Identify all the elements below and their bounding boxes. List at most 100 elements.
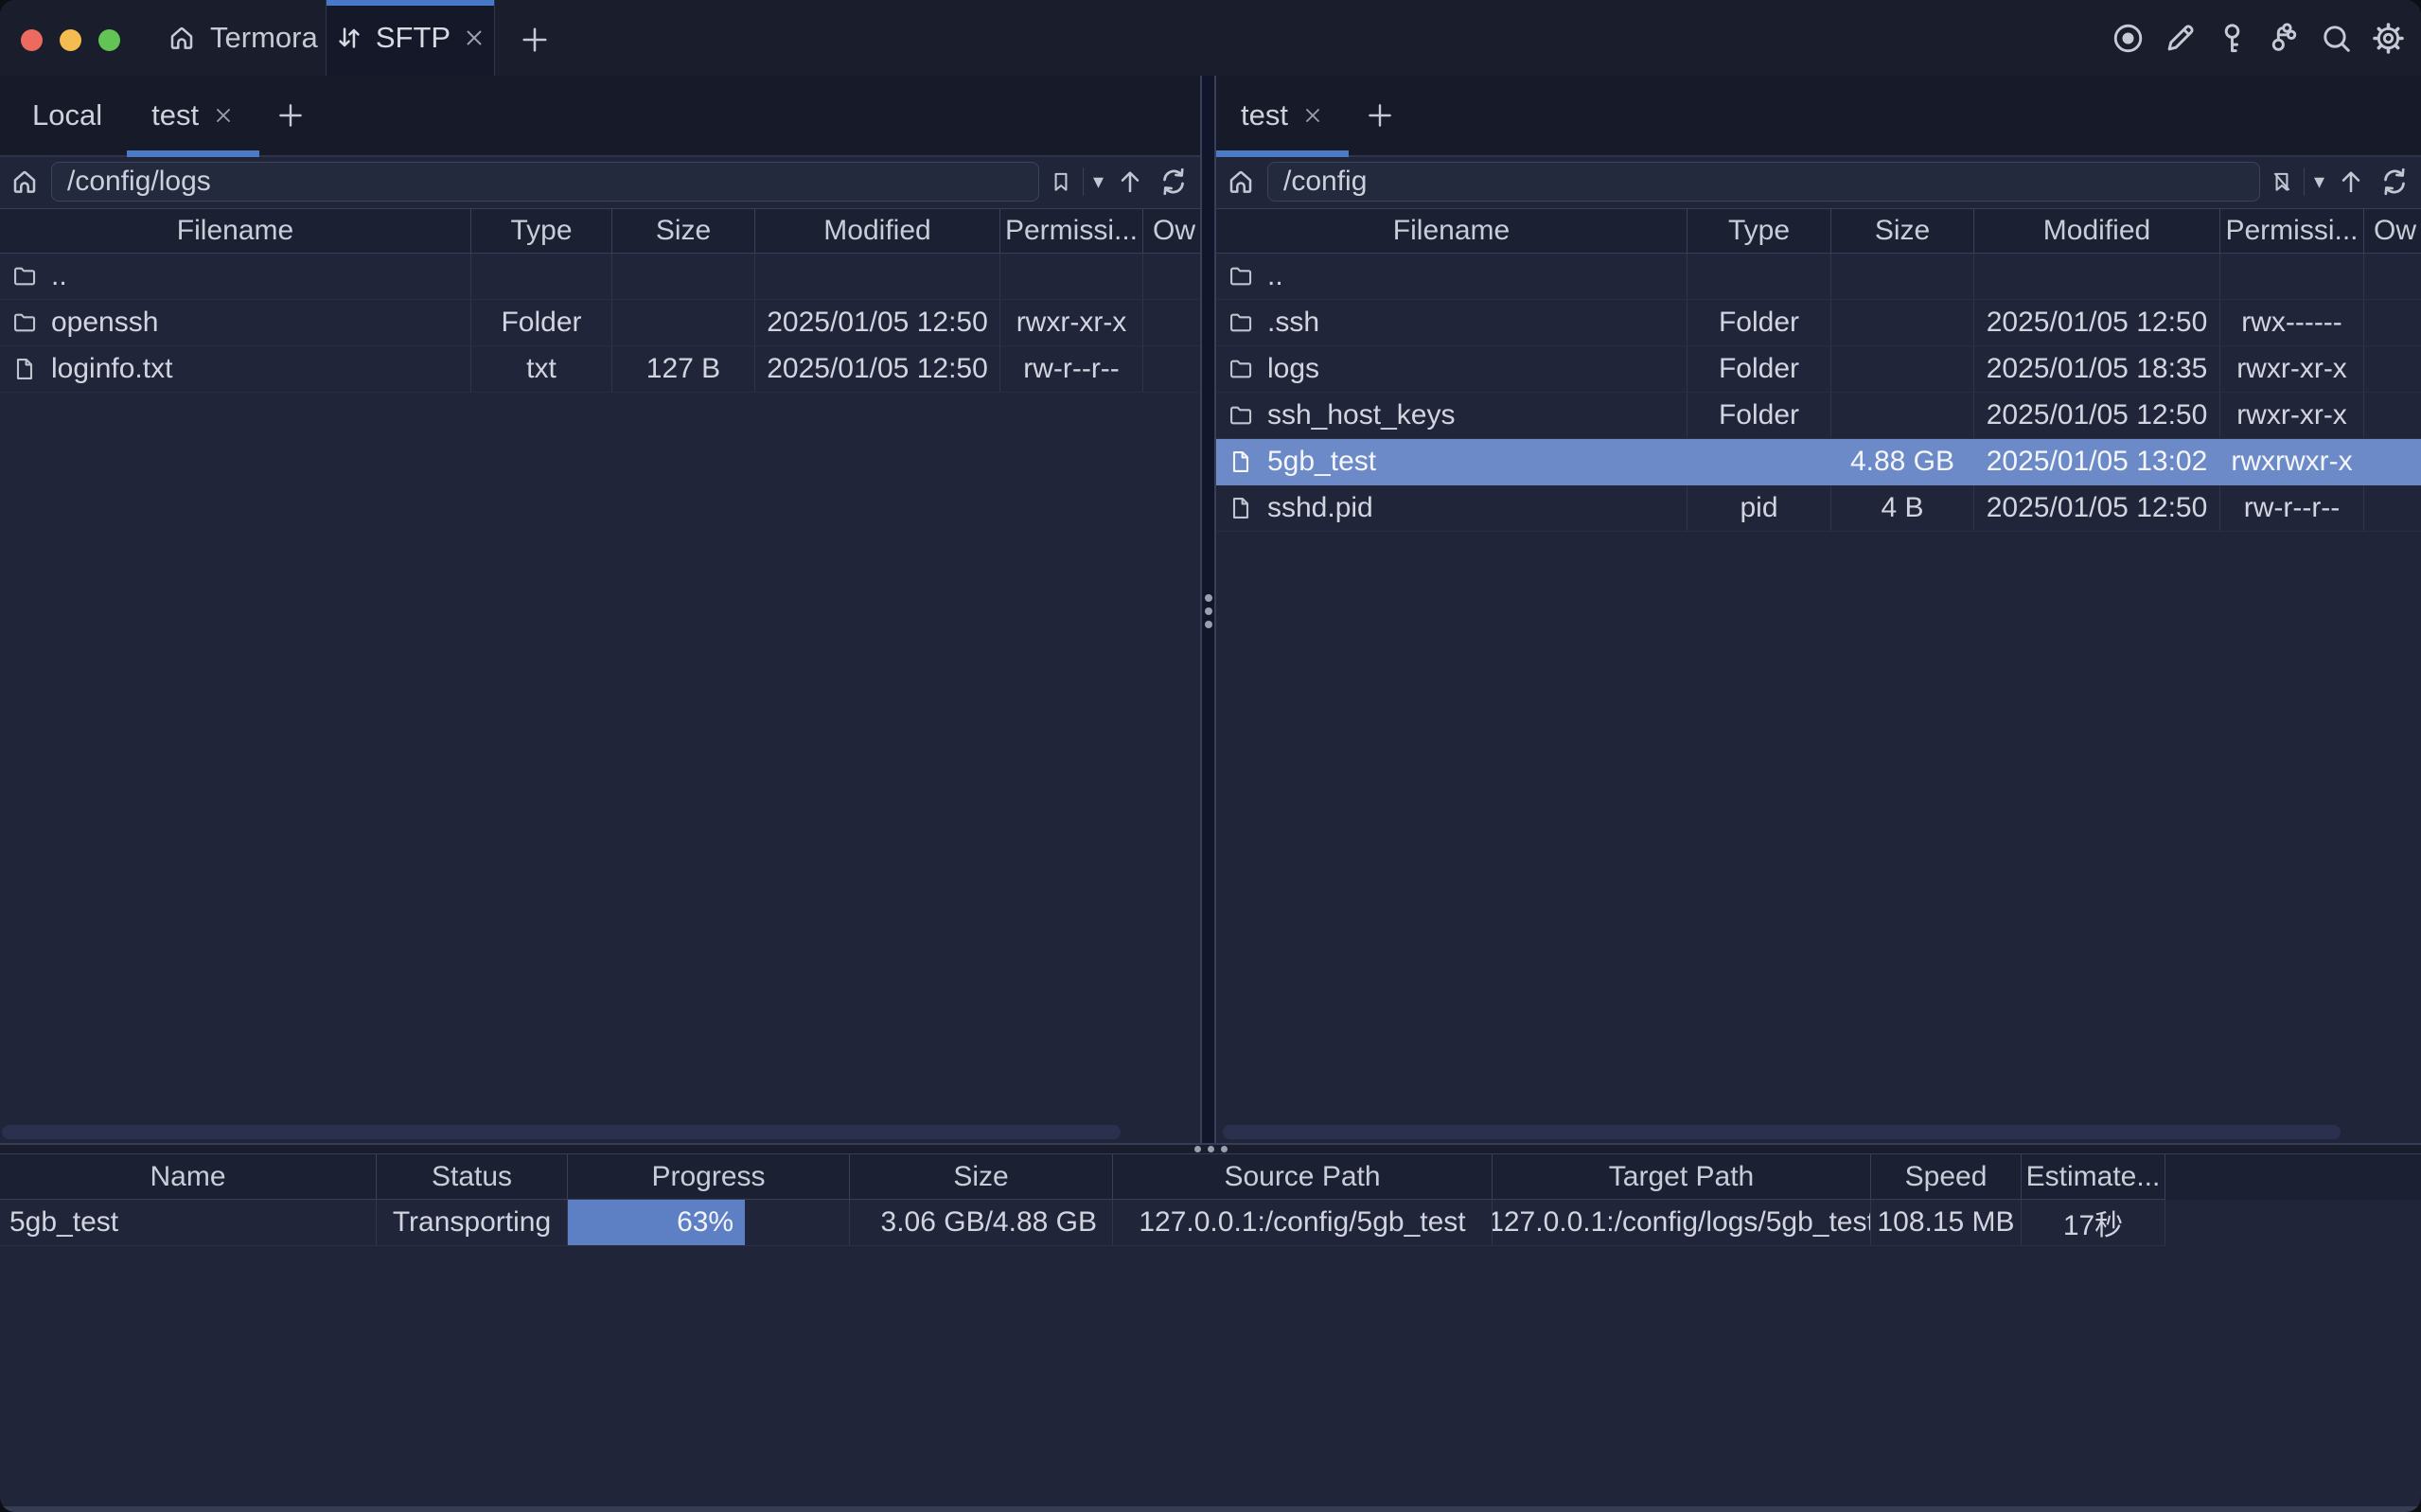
right-home-icon[interactable] [1224,165,1258,199]
column-header-type[interactable]: Type [1688,209,1831,253]
home-tab-label: Termora [210,21,318,55]
titlebar-actions [2111,0,2406,76]
file-permissions: rwx------ [2220,300,2364,345]
column-header-filename[interactable]: Filename [1216,209,1688,253]
table-row[interactable]: sshd.pid pid 4 B 2025/01/05 12:50 rw-r--… [1216,485,2421,532]
tab-sftp-close-icon[interactable] [462,26,486,50]
record-icon[interactable] [2111,21,2146,56]
file-name: loginfo.txt [51,353,172,385]
file-size [1831,254,1974,299]
file-owner [2364,439,2421,484]
transfer-estimate: 17秒 [2022,1200,2165,1246]
column-header-permissions[interactable]: Permissi... [1000,209,1143,253]
close-window-button[interactable] [21,29,43,51]
table-row[interactable]: .ssh Folder 2025/01/05 12:50 rwx------ [1216,300,2421,346]
transfer-column-source[interactable]: Source Path [1113,1154,1493,1200]
right-add-tab-button[interactable] [1349,76,1411,155]
right-pane: test /config [1216,76,2421,1143]
minimize-window-button[interactable] [60,29,81,51]
left-bookmark-dropdown-icon[interactable]: ▾ [1093,171,1104,192]
table-row[interactable]: openssh Folder 2025/01/05 12:50 rwxr-xr-… [0,300,1200,346]
keychain-icon[interactable] [2267,21,2302,56]
file-type: Folder [1688,393,1831,438]
file-name: openssh [51,307,158,339]
column-header-owner[interactable]: Ow [1143,209,1200,253]
file-type: Folder [1688,346,1831,392]
zoom-window-button[interactable] [98,29,120,51]
table-row[interactable]: ssh_host_keys Folder 2025/01/05 12:50 rw… [1216,393,2421,439]
column-header-permissions[interactable]: Permissi... [2220,209,2364,253]
column-header-modified[interactable]: Modified [1974,209,2220,253]
transfer-splitter[interactable] [0,1143,2421,1153]
tab-sftp[interactable]: SFTP [326,0,495,76]
left-tab-test-label: test [151,98,199,132]
edit-icon[interactable] [2163,21,2198,56]
column-header-owner[interactable]: Ow [2364,209,2421,253]
right-tab-test[interactable]: test [1216,76,1349,155]
home-tab[interactable]: Termora [167,0,318,76]
file-permissions: rwxr-xr-x [1000,300,1143,345]
table-row[interactable]: loginfo.txt txt 127 B 2025/01/05 12:50 r… [0,346,1200,393]
transfer-column-speed[interactable]: Speed [1871,1154,2022,1200]
file-type: Folder [1688,300,1831,345]
file-modified: 2025/01/05 12:50 [755,300,1000,345]
file-modified [1974,254,2220,299]
file-owner [2364,254,2421,299]
table-row[interactable]: .. [0,254,1200,300]
transfer-speed: 108.15 MB [1871,1200,2022,1246]
column-header-size[interactable]: Size [612,209,755,253]
file-size: 127 B [612,346,755,392]
left-bookmark-icon[interactable] [1049,165,1073,199]
column-header-size[interactable]: Size [1831,209,1974,253]
left-add-tab-button[interactable] [259,76,322,155]
right-pathbar: /config ▾ [1216,157,2421,208]
table-row[interactable]: logs Folder 2025/01/05 18:35 rwxr-xr-x [1216,346,2421,393]
right-path-value: /config [1283,166,1367,198]
file-permissions: rw-r--r-- [1000,346,1143,392]
transfer-column-size[interactable]: Size [850,1154,1113,1200]
file-name: .. [51,260,67,292]
right-tab-test-label: test [1241,98,1288,132]
transfer-name: 5gb_test [0,1200,377,1246]
sftp-panes: Local test /config/logs [0,76,2421,1143]
left-refresh-icon[interactable] [1157,165,1191,199]
tab-sftp-label: SFTP [376,21,451,55]
right-bookmark-slash-icon[interactable] [2270,165,2294,199]
folder-icon [11,263,38,290]
right-refresh-icon[interactable] [2377,165,2412,199]
table-row[interactable]: .. [1216,254,2421,300]
right-tab-close-icon[interactable] [1301,104,1324,127]
transfer-row[interactable]: 5gb_test Transporting 63% 3.06 GB/4.88 G… [0,1200,2421,1246]
file-permissions: rwxr-xr-x [2220,393,2364,438]
search-icon[interactable] [2319,21,2354,56]
right-horizontal-scrollbar[interactable] [1223,1125,2341,1139]
settings-gear-icon[interactable] [2371,21,2406,56]
left-home-icon[interactable] [8,165,42,199]
column-header-filename[interactable]: Filename [0,209,471,253]
transfer-column-estimate[interactable]: Estimate... [2022,1154,2165,1200]
table-row-selected[interactable]: 5gb_test 4.88 GB 2025/01/05 13:02 rwxrwx… [1216,439,2421,485]
left-path-input[interactable]: /config/logs [51,162,1039,202]
left-tab-close-icon[interactable] [212,104,235,127]
left-tab-test[interactable]: test [127,76,259,155]
bottom-scrollbar[interactable] [0,1506,2421,1512]
new-tab-button[interactable] [514,19,556,61]
column-header-type[interactable]: Type [471,209,612,253]
pane-splitter[interactable] [1200,76,1216,1143]
file-modified: 2025/01/05 12:50 [1974,485,2220,531]
transfer-column-name[interactable]: Name [0,1154,377,1200]
column-header-modified[interactable]: Modified [755,209,1000,253]
key-icon[interactable] [2215,21,2250,56]
transfer-column-progress[interactable]: Progress [568,1154,850,1200]
transfer-column-target[interactable]: Target Path [1493,1154,1871,1200]
right-file-table: Filename Type Size Modified Permissi... … [1216,208,2421,532]
left-tab-local[interactable]: Local [8,76,127,155]
left-horizontal-scrollbar[interactable] [2,1125,1121,1139]
toolbar-divider [2304,167,2305,196]
right-bookmark-dropdown-icon[interactable]: ▾ [2314,171,2324,192]
transfer-target-path: 127.0.0.1:/config/logs/5gb_test [1493,1200,1871,1246]
right-path-input[interactable]: /config [1267,162,2260,202]
transfer-column-status[interactable]: Status [377,1154,568,1200]
right-up-directory-icon[interactable] [2334,165,2368,199]
left-up-directory-icon[interactable] [1113,165,1147,199]
